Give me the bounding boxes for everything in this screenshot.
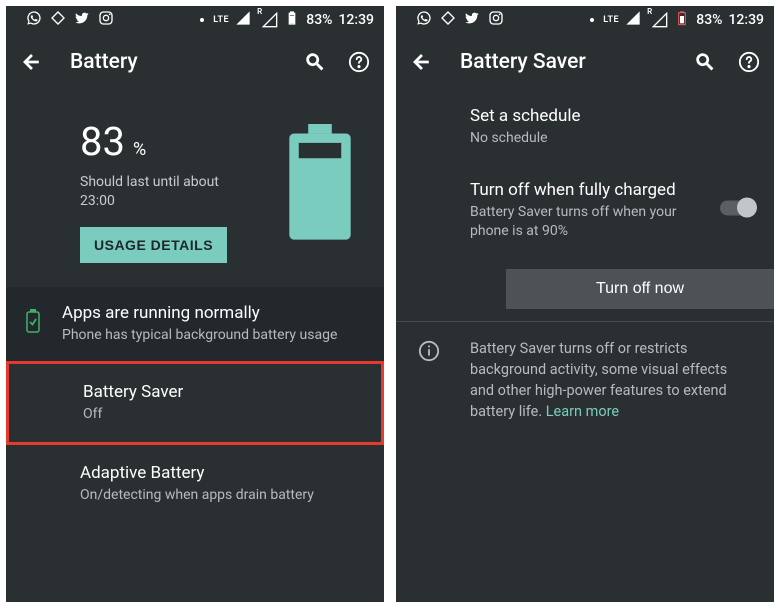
roaming-signal-icon: R	[647, 12, 668, 28]
adaptive-battery-title: Adaptive Battery	[80, 463, 368, 483]
adaptive-battery-sub: On/detecting when apps drain battery	[80, 486, 368, 505]
battery-percent-sign: %	[133, 139, 146, 160]
turn-off-now-button[interactable]: Turn off now	[506, 269, 774, 309]
signal-icon	[625, 10, 641, 30]
apps-running-sub: Phone has typical background battery usa…	[62, 326, 368, 345]
battery-status-icon	[674, 10, 690, 30]
twitter-icon	[74, 10, 90, 30]
battery-status-icon	[284, 10, 300, 30]
set-schedule-sub: No schedule	[470, 129, 754, 148]
app-bar: Battery Saver	[396, 34, 774, 90]
whatsapp-icon	[26, 10, 42, 30]
battery-pct-text: 83%	[306, 12, 332, 28]
app-bar: Battery	[6, 34, 384, 90]
instagram-icon	[98, 10, 114, 30]
help-icon[interactable]	[348, 51, 370, 73]
turn-off-full-toggle[interactable]	[720, 201, 754, 220]
search-icon[interactable]	[694, 51, 716, 73]
set-schedule-row[interactable]: Set a schedule No schedule	[396, 90, 774, 164]
info-row: Battery Saver turns off or restricts bac…	[396, 322, 774, 438]
battery-saver-sub: Off	[83, 405, 365, 424]
tag-icon	[50, 10, 66, 30]
roaming-signal-icon: R	[257, 12, 278, 28]
battery-saver-item[interactable]: Battery Saver Off	[6, 361, 384, 445]
lte-label: LTE	[213, 15, 229, 25]
battery-hero: 83 % Should last until about 23:00 USAGE…	[6, 90, 384, 281]
status-bar: LTE R 83% 12:39	[6, 6, 384, 34]
battery-percent-number: 83	[80, 118, 125, 165]
status-dot	[200, 18, 204, 22]
learn-more-link[interactable]: Learn more	[546, 403, 619, 420]
adaptive-battery-item[interactable]: Adaptive Battery On/detecting when apps …	[6, 445, 384, 523]
status-dot	[590, 18, 594, 22]
battery-estimate: Should last until about 23:00	[80, 173, 250, 211]
twitter-icon	[464, 10, 480, 30]
tag-icon	[440, 10, 456, 30]
battery-graphic-icon	[282, 124, 358, 242]
signal-icon	[235, 10, 251, 30]
page-title: Battery Saver	[460, 50, 586, 74]
set-schedule-title: Set a schedule	[470, 106, 754, 126]
lte-label: LTE	[603, 15, 619, 25]
instagram-icon	[488, 10, 504, 30]
apps-running-title: Apps are running normally	[62, 303, 368, 323]
whatsapp-icon	[416, 10, 432, 30]
screen-battery: LTE R 83% 12:39 Battery 83 % Should last…	[6, 6, 384, 602]
apps-running-panel[interactable]: Apps are running normally Phone has typi…	[6, 287, 384, 361]
search-icon[interactable]	[304, 51, 326, 73]
turn-off-full-row[interactable]: Turn off when fully charged Battery Save…	[396, 164, 774, 257]
page-title: Battery	[70, 50, 138, 74]
status-bar: LTE R 83% 12:39	[396, 6, 774, 34]
info-icon	[418, 340, 440, 368]
turn-off-full-title: Turn off when fully charged	[470, 180, 690, 200]
clock-text: 12:39	[338, 12, 374, 28]
usage-details-button[interactable]: USAGE DETAILS	[80, 227, 227, 263]
clock-text: 12:39	[728, 12, 764, 28]
help-icon[interactable]	[738, 51, 760, 73]
battery-saver-title: Battery Saver	[83, 382, 365, 402]
battery-pct-text: 83%	[696, 12, 722, 28]
battery-ok-icon	[26, 309, 40, 337]
back-icon[interactable]	[20, 51, 42, 73]
back-icon[interactable]	[410, 51, 432, 73]
screen-battery-saver: LTE R 83% 12:39 Battery Saver Set a sche…	[396, 6, 774, 602]
turn-off-full-sub: Battery Saver turns off when your phone …	[470, 203, 690, 241]
